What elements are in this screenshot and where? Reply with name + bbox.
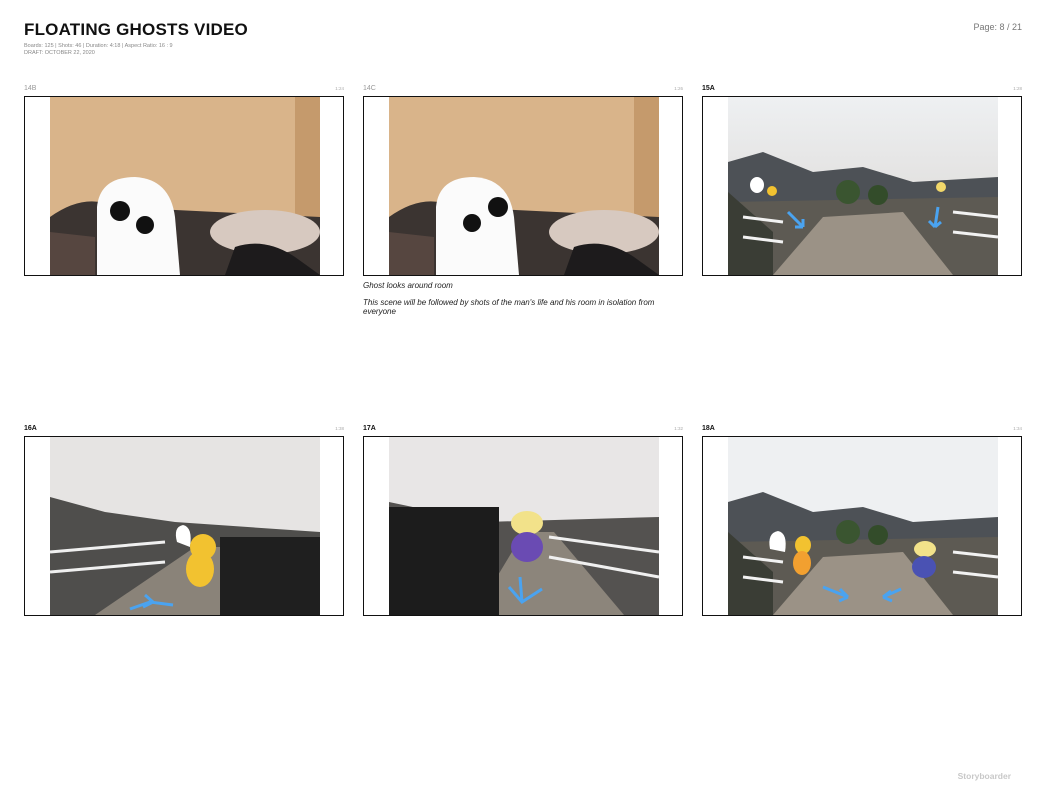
doc-meta: Boards: 125 | Shots: 46 | Duration: 4:18… bbox=[24, 43, 173, 57]
shot-time: 1:24 bbox=[335, 86, 344, 91]
board-15a[interactable]: 15A 1:28 bbox=[702, 85, 1022, 280]
caption-line: Ghost looks around room bbox=[363, 281, 453, 290]
shot-id: 15A bbox=[702, 85, 715, 92]
board-caption: Ghost looks around room This scene will … bbox=[363, 281, 683, 324]
board-frame[interactable] bbox=[363, 96, 683, 276]
board-16a[interactable]: 16A 1:38 bbox=[24, 425, 344, 620]
doc-title: FLOATING GHOSTS VIDEO bbox=[24, 20, 248, 39]
shot-time: 1:28 bbox=[1013, 86, 1022, 91]
board-14b[interactable]: 14B 1:24 bbox=[24, 85, 344, 280]
shot-id: 14C bbox=[363, 85, 376, 92]
meta-line: Boards: 125 | Shots: 46 | Duration: 4:18… bbox=[24, 43, 173, 49]
board-17a[interactable]: 17A 1:32 bbox=[363, 425, 683, 620]
path-meet-image bbox=[728, 437, 999, 615]
board-frame[interactable] bbox=[24, 436, 344, 616]
board-frame[interactable] bbox=[702, 436, 1022, 616]
board-14c[interactable]: 14C 1:26 Ghost looks around room This sc… bbox=[363, 85, 683, 325]
shot-time: 1:32 bbox=[674, 426, 683, 431]
bedroom-ghost-image bbox=[50, 97, 320, 275]
caption-line: This scene will be followed by shots of … bbox=[363, 298, 655, 316]
draft-line: DRAFT: OCTOBER 22, 2020 bbox=[24, 50, 95, 56]
path-fence-image bbox=[49, 437, 320, 615]
shot-time: 1:34 bbox=[1013, 426, 1022, 431]
board-18a[interactable]: 18A 1:34 bbox=[702, 425, 1022, 620]
shot-id: 16A bbox=[24, 425, 37, 432]
path-walk-image bbox=[389, 437, 660, 615]
board-frame[interactable] bbox=[24, 96, 344, 276]
shot-id: 17A bbox=[363, 425, 376, 432]
path-scene-image bbox=[728, 97, 999, 275]
bedroom-ghost-image bbox=[389, 97, 659, 275]
storyboarder-logo: Storyboarder bbox=[957, 771, 1011, 781]
shot-time: 1:26 bbox=[674, 86, 683, 91]
page-number: Page: 8 / 21 bbox=[973, 22, 1022, 32]
shot-id: 18A bbox=[702, 425, 715, 432]
shot-time: 1:38 bbox=[335, 426, 344, 431]
board-frame[interactable] bbox=[363, 436, 683, 616]
board-frame[interactable] bbox=[702, 96, 1022, 276]
shot-id: 14B bbox=[24, 85, 37, 92]
